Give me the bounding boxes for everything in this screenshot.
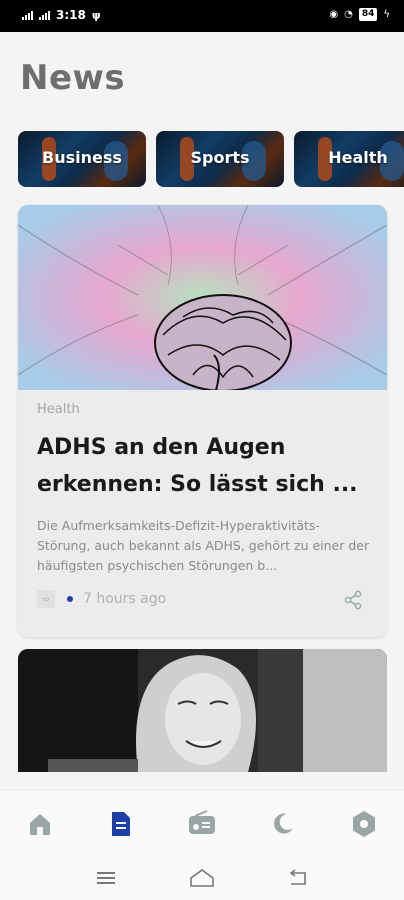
moon-icon — [273, 813, 293, 834]
article-card-2[interactable] — [18, 649, 387, 772]
category-chip-business[interactable]: Business — [18, 131, 146, 187]
home-button-icon[interactable] — [188, 868, 216, 888]
nav-articles[interactable] — [101, 804, 141, 844]
category-chip-health[interactable]: Health — [294, 131, 404, 187]
vpn-icon: ◉ — [329, 9, 339, 20]
article-image — [18, 205, 387, 390]
status-right: ◉ ◔ 84 ϟ — [329, 8, 390, 21]
status-left: 3:18 ψ — [22, 8, 101, 22]
category-chip-sports[interactable]: Sports — [156, 131, 284, 187]
bottom-nav — [0, 790, 404, 856]
radio-icon — [188, 809, 215, 834]
page-title: News — [20, 58, 126, 98]
article-meta: ▭ 7 hours ago — [37, 590, 166, 608]
signal-icon — [22, 10, 33, 20]
menu-icon[interactable] — [95, 870, 117, 886]
system-nav-bar — [0, 856, 404, 900]
usb-icon: ψ — [91, 8, 101, 22]
settings-icon — [352, 810, 375, 837]
article-category: Health — [37, 402, 80, 417]
nav-home[interactable] — [20, 804, 60, 844]
category-label: Sports — [190, 148, 250, 167]
status-dot — [67, 596, 73, 602]
nav-settings[interactable] — [344, 804, 384, 844]
article-image-2 — [18, 649, 387, 772]
article-card[interactable]: Health ADHS an den Augen erkennen: So lä… — [18, 205, 387, 637]
share-icon[interactable] — [343, 590, 363, 610]
category-list: Business Sports Health — [18, 131, 404, 187]
article-icon — [112, 811, 131, 836]
battery-level: 84 — [358, 8, 378, 21]
back-icon[interactable] — [287, 869, 309, 887]
home-icon — [30, 813, 51, 835]
article-time: 7 hours ago — [83, 591, 167, 607]
charging-icon: ϟ — [383, 9, 390, 20]
nav-radio[interactable] — [182, 804, 222, 844]
nav-dark-mode[interactable] — [263, 804, 303, 844]
article-title: ADHS an den Augen erkennen: So lässt sic… — [37, 435, 358, 497]
category-label: Health — [328, 148, 388, 167]
status-bar: 3:18 ψ ◉ ◔ 84 ϟ — [0, 0, 404, 32]
article-description: Die Aufmerksamkeits-Defizit-Hyperaktivit… — [37, 518, 370, 573]
clock: 3:18 — [56, 8, 86, 22]
signal-icon-2 — [39, 10, 50, 20]
wifi-icon: ◔ — [344, 9, 353, 20]
source-logo: ▭ — [37, 590, 55, 608]
category-label: Business — [42, 148, 122, 167]
